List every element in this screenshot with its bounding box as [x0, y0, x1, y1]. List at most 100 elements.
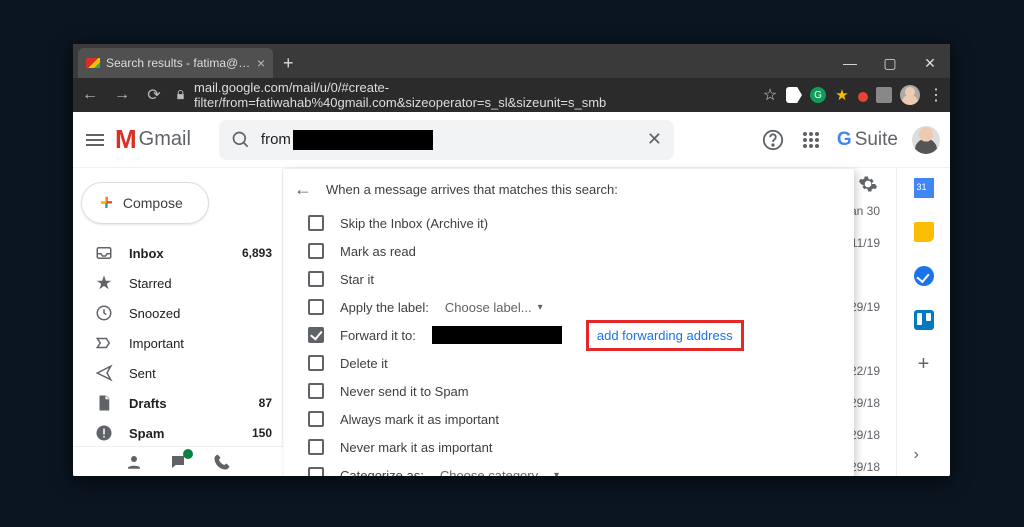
window-controls: — ▢ ✕ — [830, 48, 950, 78]
nav-label: Important — [129, 336, 184, 351]
checkbox-icon[interactable] — [308, 439, 324, 455]
option-label: Always mark it as important — [340, 412, 499, 427]
browser-tab[interactable]: Search results - fatima@addictiv × — [78, 48, 273, 78]
trello-addon-icon[interactable] — [914, 310, 934, 330]
ext-icon-1[interactable] — [786, 87, 802, 103]
checkbox-icon[interactable] — [308, 271, 324, 287]
checkbox-checked-icon[interactable] — [308, 327, 324, 343]
option-label: Forward it to: — [340, 328, 416, 343]
star-icon — [95, 274, 113, 292]
minimize-button[interactable]: — — [830, 48, 870, 78]
checkbox-icon[interactable] — [308, 383, 324, 399]
hangouts-phone-icon[interactable] — [213, 453, 231, 471]
main-menu-button[interactable] — [83, 128, 107, 152]
calendar-addon-icon[interactable] — [914, 178, 934, 198]
maximize-button[interactable]: ▢ — [870, 48, 910, 78]
filter-option-mark-read[interactable]: Mark as read — [284, 237, 854, 265]
browser-menu-icon[interactable]: ⋮ — [928, 87, 944, 103]
sidebar-item-drafts[interactable]: Drafts 87 — [73, 388, 282, 418]
checkbox-icon[interactable] — [308, 215, 324, 231]
compose-label: Compose — [123, 195, 183, 211]
gsuite-logo[interactable]: G Suite — [837, 129, 898, 151]
lock-icon — [175, 89, 186, 101]
filter-option-never-important[interactable]: Never mark it as important — [284, 433, 854, 461]
label-select[interactable]: Choose label... — [445, 300, 543, 315]
side-panel-toggle-icon[interactable]: › — [914, 446, 934, 466]
profile-avatar-icon[interactable] — [900, 85, 920, 105]
account-avatar[interactable] — [912, 126, 940, 154]
back-button[interactable]: ← — [79, 84, 101, 106]
checkbox-icon[interactable] — [308, 411, 324, 427]
filter-option-star[interactable]: Star it — [284, 265, 854, 293]
support-icon[interactable] — [761, 128, 785, 152]
sidebar: + Compose Inbox6,893Starred Snoozed Import… — [73, 168, 283, 476]
address-bar: ← → ⟳ mail.google.com/mail/u/0/#create-f… — [73, 78, 950, 112]
nav-label: Spam — [129, 426, 164, 441]
filter-option-always-important[interactable]: Always mark it as important — [284, 405, 854, 433]
search-box[interactable]: from ✕ — [219, 120, 674, 160]
close-window-button[interactable]: ✕ — [910, 48, 950, 78]
gmail-favicon — [86, 58, 100, 68]
tab-title: Search results - fatima@addictiv — [106, 56, 251, 70]
filter-option-skip-inbox[interactable]: Skip the Inbox (Archive it) — [284, 209, 854, 237]
filter-option-never-spam[interactable]: Never send it to Spam — [284, 377, 854, 405]
nav-count: 87 — [259, 396, 272, 410]
ext-icon-5[interactable] — [876, 87, 892, 103]
clear-search-icon[interactable]: ✕ — [647, 129, 662, 150]
checkbox-icon[interactable] — [308, 299, 324, 315]
checkbox-icon[interactable] — [308, 355, 324, 371]
get-addons-icon[interactable]: + — [914, 354, 934, 374]
nav-label: Snoozed — [129, 306, 180, 321]
checkbox-icon[interactable] — [308, 243, 324, 259]
sidebar-item-important[interactable]: Important — [73, 328, 282, 358]
important-icon — [95, 334, 113, 352]
close-tab-icon[interactable]: × — [257, 55, 265, 71]
sidebar-item-inbox[interactable]: Inbox6,893 — [73, 238, 282, 268]
hangouts-contacts-icon[interactable] — [125, 453, 143, 471]
filter-option-delete[interactable]: Delete it — [284, 349, 854, 377]
filter-back-icon[interactable]: ← — [294, 179, 312, 200]
clock-icon — [95, 304, 113, 322]
ext-icon-4[interactable] — [858, 92, 868, 102]
settings-gear-icon[interactable] — [858, 174, 878, 194]
apps-grid-icon[interactable] — [799, 128, 823, 152]
gsuite-text: Suite — [855, 129, 898, 151]
keep-addon-icon[interactable] — [914, 222, 934, 242]
reload-button[interactable]: ⟳ — [143, 84, 165, 106]
nav-label: Drafts — [129, 396, 167, 411]
option-label: Never send it to Spam — [340, 384, 469, 399]
gsuite-g: G — [837, 129, 852, 151]
create-filter-panel: ← When a message arrives that matches th… — [284, 168, 854, 476]
option-label: Skip the Inbox (Archive it) — [340, 216, 488, 231]
hangouts-chat-icon[interactable] — [169, 453, 187, 471]
bookmark-star-icon[interactable]: ☆ — [762, 87, 778, 103]
sidebar-item-sent[interactable]: Sent — [73, 358, 282, 388]
filter-option-forward[interactable]: Forward it to: add forwarding address — [284, 321, 854, 349]
checkbox-icon[interactable] — [308, 467, 324, 476]
url-box[interactable]: mail.google.com/mail/u/0/#create-filter/… — [175, 80, 752, 110]
add-forwarding-address-link[interactable]: add forwarding address — [586, 320, 744, 351]
gmail-brand-text: Gmail — [139, 128, 191, 151]
forward-button[interactable]: → — [111, 84, 133, 106]
option-label: Mark as read — [340, 244, 416, 259]
search-query: from — [261, 130, 433, 150]
gmail-logo[interactable]: M Gmail — [115, 124, 191, 155]
ext-icon-3[interactable]: ★ — [834, 87, 850, 103]
search-icon[interactable] — [231, 130, 251, 150]
sidebar-item-spam[interactable]: Spam150 — [73, 418, 282, 448]
sidebar-item-starred[interactable]: Starred — [73, 268, 282, 298]
sidebar-item-snoozed[interactable]: Snoozed — [73, 298, 282, 328]
tasks-addon-icon[interactable] — [914, 266, 934, 286]
new-tab-button[interactable]: + — [273, 48, 304, 78]
filter-option-apply-label[interactable]: Apply the label: Choose label... — [284, 293, 854, 321]
ext-icon-2[interactable]: G — [810, 87, 826, 103]
option-label: Apply the label: — [340, 300, 429, 315]
extension-icons: ☆ G ★ ⋮ — [762, 85, 944, 105]
compose-button[interactable]: + Compose — [81, 182, 209, 224]
filter-option-categorize[interactable]: Categorize as: Choose category... — [284, 461, 854, 476]
category-select[interactable]: Choose category... — [440, 468, 559, 477]
filter-panel-header: ← When a message arrives that matches th… — [284, 169, 854, 209]
spam-icon — [95, 424, 113, 442]
chat-badge — [183, 449, 193, 459]
browser-window: Search results - fatima@addictiv × + — ▢… — [73, 44, 950, 476]
